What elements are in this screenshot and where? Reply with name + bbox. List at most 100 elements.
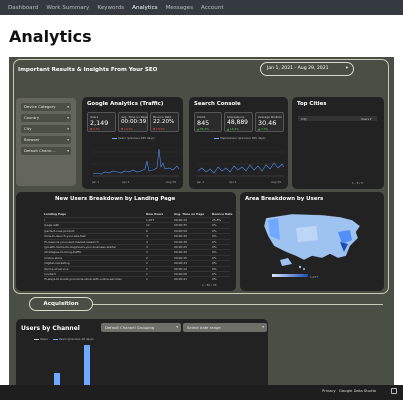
x-tick: Apr 1 <box>229 180 237 184</box>
table-row[interactable]: /5-ways-to-boost-your-local-store-with-o… <box>44 276 230 281</box>
legend-swatch <box>214 137 219 139</box>
legend-swatch <box>34 338 39 340</box>
legend-label: Impressions (previous 365 days) <box>220 136 266 140</box>
top-cities-card: Top Cities City Users ▾ 1 - 5 / 5 <box>292 97 384 189</box>
cell-avg-time: 00:00:35 <box>174 223 187 228</box>
map-scale-max: 1,077 <box>310 275 319 279</box>
cell-bounce-rate: 0% <box>212 266 217 271</box>
map-color-scale <box>272 274 308 277</box>
col-users[interactable]: Users ▾ <box>361 117 371 121</box>
nav-messages[interactable]: Messages <box>166 5 193 11</box>
nav-work-summary[interactable]: Work Summary <box>46 5 89 11</box>
privacy-link[interactable]: Privacy <box>322 388 336 393</box>
scorecard-value: 22.20% <box>153 119 175 125</box>
cell-new-users: 3 <box>146 250 148 255</box>
filter-country[interactable]: Country ▾ <box>21 114 71 122</box>
ga-card-title: Google Analytics (Traffic) <box>87 101 164 107</box>
filter-browser[interactable]: Browser ▾ <box>21 136 71 144</box>
cell-bounce-rate: 0% <box>212 223 217 228</box>
cell-new-users: 4 <box>146 234 148 239</box>
cities-table-header: City Users ▾ <box>298 116 377 121</box>
cell-new-users: 1 <box>146 277 148 282</box>
filter-city[interactable]: City ▾ <box>21 125 71 133</box>
cell-bounce-rate: 0% <box>212 245 217 249</box>
landing-pager[interactable]: 1 - 50 / 70 <box>202 283 216 287</box>
users-series-line <box>92 148 179 175</box>
scorecard-delta: ▼ 9.9% <box>90 127 101 131</box>
channel-legend: Users Users (previous 28 days) <box>34 337 94 341</box>
cell-new-users: 6 <box>146 228 148 233</box>
map-card-title: Area Breakdown by Users <box>245 196 324 202</box>
hawaii-shape <box>303 268 305 270</box>
x-tick: Aug 29 <box>271 180 281 184</box>
filter-label: Default Chann... <box>24 148 55 153</box>
channel-card-title: Users by Channel <box>21 325 80 332</box>
col-bounce-rate[interactable]: Bounce Rate <box>212 212 233 216</box>
scorecard-value: 48,889 <box>227 119 248 126</box>
cell-bounce-rate: 0% <box>212 272 217 276</box>
channel-grouping-dropdown[interactable]: Default Channel Grouping ▾ <box>101 323 181 332</box>
cell-bounce-rate: 25.8% <box>212 218 222 222</box>
cell-landing-page: /digital-marketing <box>44 261 70 266</box>
filter-device-category[interactable]: Device Category ▾ <box>21 103 71 111</box>
legend-swatch <box>52 338 58 340</box>
col-avg-time[interactable]: Avg. Time on Page <box>174 212 204 216</box>
x-tick: Jan 1 <box>92 180 99 184</box>
cell-bounce-rate: 0% <box>212 250 217 255</box>
legend-label: Users (previous 365 days) <box>118 136 155 140</box>
chevron-down-icon: ▾ <box>262 325 264 329</box>
sc-clicks-scorecard: Clicks 845 ▲ 85.4% <box>194 112 222 132</box>
dropdown-label: Default Channel Grouping <box>105 325 155 330</box>
ga-users-scorecard: Users 2,149 ▼ 9.9% <box>87 112 116 132</box>
ga-traffic-card: Google Analytics (Traffic) Users 2,149 ▼… <box>82 97 183 189</box>
nav-analytics[interactable]: Analytics <box>132 5 157 11</box>
cell-avg-time: 00:00:12 <box>174 266 187 271</box>
scorecard-delta: ▼ 18.2% <box>153 127 165 131</box>
col-landing-page[interactable]: Landing Page <box>44 212 66 216</box>
chevron-down-icon: ▾ <box>67 149 69 153</box>
nav-dashboard[interactable]: Dashboard <box>8 5 38 11</box>
x-tick: Jan 1 <box>197 180 204 184</box>
cell-new-users: 2 <box>146 255 148 260</box>
legend-swatch <box>112 137 117 139</box>
col-new-users[interactable]: New Users <box>146 212 163 216</box>
fullscreen-icon[interactable] <box>391 388 397 394</box>
ga-bounce-rate-scorecard: Bounce Rate 22.20% ▼ 18.2% <box>150 112 179 132</box>
scorecard-value: 845 <box>197 119 210 127</box>
ga-users-line-chart <box>92 148 179 177</box>
date-range-picker[interactable]: Jan 1, 2021 - Aug 29, 2021 ▾ <box>260 62 354 76</box>
cell-new-users: 12 <box>146 223 150 228</box>
hawaii-shape <box>298 265 302 269</box>
search-console-card: Search Console Clicks 845 ▲ 85.4% Impres… <box>189 97 288 189</box>
cell-avg-time: 00:00:15 <box>174 255 187 260</box>
cell-new-users: 1,077 <box>146 218 155 222</box>
scorecard-delta: ▲ 85.4% <box>197 127 209 131</box>
cities-pager[interactable]: 1 - 5 / 5 <box>352 181 363 185</box>
cell-new-users: 2 <box>146 261 148 266</box>
nav-account[interactable]: Account <box>201 5 224 11</box>
acquisition-divider <box>93 304 383 305</box>
data-studio-brand[interactable]: Google Data Studio <box>339 388 376 393</box>
ga-avg-time-scorecard: Avg. Time on Page 00:00:39 ▼ 16.7% <box>118 112 148 132</box>
cell-landing-page: /how-to-launch-your-site-fast <box>44 234 86 239</box>
cell-avg-time: 00:00:08 <box>174 272 187 276</box>
col-city[interactable]: City <box>301 117 307 121</box>
cell-landing-page: / <box>44 218 45 222</box>
sc-chart-legend: Impressions (previous 365 days) <box>214 136 266 140</box>
cell-bounce-rate: 0% <box>212 261 217 266</box>
filter-default-channel[interactable]: Default Chann... ▾ <box>21 147 71 155</box>
cell-bounce-rate: 0% <box>212 239 217 244</box>
chevron-down-icon: ▾ <box>67 127 69 131</box>
scorecard-value: 2,149 <box>90 119 109 127</box>
nav-keywords[interactable]: Keywords <box>97 5 124 11</box>
alaska-shape <box>280 258 292 266</box>
acquisition-pill: Acquisition <box>29 297 93 311</box>
date-range-dropdown[interactable]: Select date range ▾ <box>183 323 267 332</box>
cell-avg-time: 00:00:41 <box>174 277 187 282</box>
cell-landing-page: /page-with <box>44 223 60 228</box>
cell-avg-time: 00:00:25 <box>174 245 187 249</box>
cell-landing-page: /growth-hacks-for-beginners-your-busines… <box>44 245 117 249</box>
cell-landing-page: /online-store <box>44 255 63 260</box>
chevron-down-icon: ▾ <box>67 138 69 142</box>
scorecard-delta: ▲ 18.4% <box>227 127 239 131</box>
